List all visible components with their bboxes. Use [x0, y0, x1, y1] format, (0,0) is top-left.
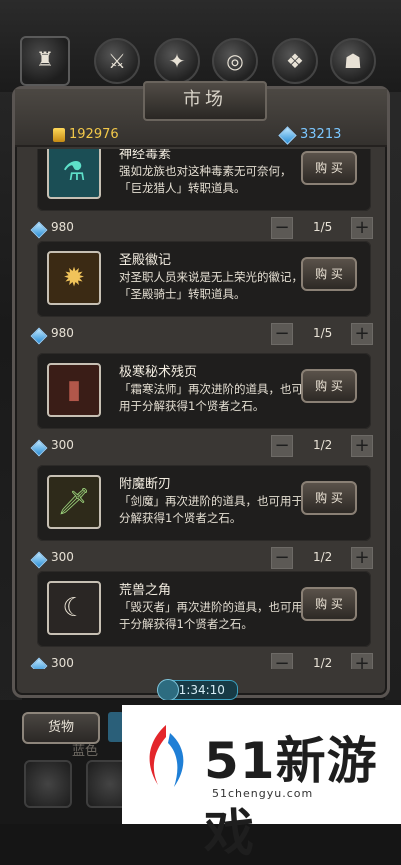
buy-button[interactable]: 购 买 [301, 587, 357, 621]
item-card: 🗡 附魔断刃 「剑魔」再次进阶的道具，也可用于分解获得1个贤者之石。 购 买 [37, 465, 371, 541]
gem-icon [30, 327, 48, 345]
decrease-button[interactable]: − [271, 435, 293, 457]
gem-icon [30, 657, 48, 669]
list-item: ☾ 荒兽之角 「毁灭者」再次进阶的道具，也可用于分解获得1个贤者之石。 购 买 … [29, 571, 375, 669]
gem-icon [30, 439, 48, 457]
dagger-icon: 🗡 [47, 475, 101, 529]
category-icon-5[interactable]: ☗ [330, 38, 376, 84]
list-item: ⚗ 神经毒素 强如龙族也对这种毒素无可奈何，「巨龙猎人」转职道具。 购 买 98… [29, 149, 375, 247]
increase-button[interactable]: + [351, 323, 373, 345]
refresh-timer: 01:34:10 [157, 679, 238, 701]
list-item: ▮ 极寒秘术残页 「霜寒法师」再次进阶的道具，也可用于分解获得1个贤者之石。 购… [29, 353, 375, 465]
item-price: 300 [51, 438, 74, 452]
timer-text: 01:34:10 [171, 683, 225, 697]
price-row: 300 − 1/2 + [29, 435, 375, 459]
gem-icon [30, 221, 48, 239]
gold-amount: 192976 [69, 127, 119, 142]
buy-button[interactable]: 购 买 [301, 369, 357, 403]
faded-label: 蓝色 [72, 744, 99, 759]
item-card: ✹ 圣殿徽记 对圣职人员来说是无上荣光的徽记，「圣殿骑士」转职道具。 购 买 [37, 241, 371, 317]
gem-amount: 33213 [300, 127, 342, 142]
gem-display: 33213 [278, 125, 342, 145]
watermark-url: 51chengyu.com [212, 787, 314, 800]
item-desc: 对圣职人员来说是无上荣光的徽记，「圣殿骑士」转职道具。 [119, 270, 303, 301]
item-desc: 「毁灭者」再次进阶的道具，也可用于分解获得1个贤者之石。 [119, 600, 303, 631]
price-row: 980 − 1/5 + [29, 217, 375, 241]
category-icon-3[interactable]: ◎ [212, 38, 258, 84]
gold-display: 192976 [53, 125, 119, 145]
market-title: 市场 [143, 81, 267, 121]
buy-button[interactable]: 购 买 [301, 257, 357, 291]
item-desc: 「霜寒法师」再次进阶的道具，也可用于分解获得1个贤者之石。 [119, 382, 303, 413]
price-row: 300 − 1/2 + [29, 653, 375, 669]
top-icon-strip: ♜ ⚔ ✦ ◎ ❖ ☗ [0, 0, 401, 92]
increase-button[interactable]: + [351, 653, 373, 669]
flask-icon: ⚗ [47, 149, 101, 199]
item-name: 极寒秘术残页 [119, 365, 198, 380]
book-icon: ▮ [47, 363, 101, 417]
increase-button[interactable]: + [351, 547, 373, 569]
category-icon-1[interactable]: ⚔ [94, 38, 140, 84]
item-name: 附魔断刃 [119, 477, 172, 492]
horn-icon: ☾ [47, 581, 101, 635]
decrease-button[interactable]: − [271, 217, 293, 239]
item-price: 980 [51, 220, 74, 234]
gold-icon [53, 128, 65, 142]
increase-button[interactable]: + [351, 217, 373, 239]
increase-button[interactable]: + [351, 435, 373, 457]
market-header: 市场 192976 33213 [15, 81, 387, 147]
warrior-portrait-icon[interactable]: ♜ [20, 36, 70, 86]
item-price: 980 [51, 326, 74, 340]
item-name: 神经毒素 [119, 149, 172, 162]
quantity: 1/2 [313, 438, 333, 452]
decrease-button[interactable]: − [271, 323, 293, 345]
clock-icon [157, 679, 179, 701]
decrease-button[interactable]: − [271, 653, 293, 669]
quantity: 1/2 [313, 550, 333, 564]
price-row: 980 − 1/5 + [29, 323, 375, 347]
price-row: 300 − 1/2 + [29, 547, 375, 571]
item-name: 圣殿徽记 [119, 253, 172, 268]
quantity: 1/2 [313, 656, 333, 669]
bottom-slot-1[interactable] [24, 760, 72, 808]
brand-logo-icon [149, 725, 184, 787]
watermark: 51新游戏 51chengyu.com [122, 705, 401, 862]
gem-icon [278, 125, 297, 145]
item-price: 300 [51, 656, 74, 669]
buy-button[interactable]: 购 买 [301, 151, 357, 185]
item-name: 荒兽之角 [119, 583, 172, 598]
market-panel: 市场 192976 33213 ⚗ 神经毒素 强如龙族也对这种毒素无可奈何，「巨… [12, 81, 390, 698]
list-item: 🗡 附魔断刃 「剑魔」再次进阶的道具，也可用于分解获得1个贤者之石。 购 买 3… [29, 465, 375, 577]
item-desc: 「剑魔」再次进阶的道具，也可用于分解获得1个贤者之石。 [119, 494, 303, 525]
item-price: 300 [51, 550, 74, 564]
gem-icon [30, 551, 48, 569]
buy-button[interactable]: 购 买 [301, 481, 357, 515]
item-card: ☾ 荒兽之角 「毁灭者」再次进阶的道具，也可用于分解获得1个贤者之石。 购 买 [37, 571, 371, 647]
list-item: ✹ 圣殿徽记 对圣职人员来说是无上荣光的徽记，「圣殿骑士」转职道具。 购 买 9… [29, 241, 375, 353]
decrease-button[interactable]: − [271, 547, 293, 569]
item-list[interactable]: ⚗ 神经毒素 强如龙族也对这种毒素无可奈何，「巨龙猎人」转职道具。 购 买 98… [29, 149, 375, 669]
item-card: ⚗ 神经毒素 强如龙族也对这种毒素无可奈何，「巨龙猎人」转职道具。 购 买 [37, 149, 371, 211]
item-card: ▮ 极寒秘术残页 「霜寒法师」再次进阶的道具，也可用于分解获得1个贤者之石。 购… [37, 353, 371, 429]
item-desc: 强如龙族也对这种毒素无可奈何，「巨龙猎人」转职道具。 [119, 164, 292, 195]
quantity: 1/5 [313, 220, 333, 234]
category-icon-4[interactable]: ❖ [272, 38, 318, 84]
emblem-icon: ✹ [47, 251, 101, 305]
quantity: 1/5 [313, 326, 333, 340]
category-icon-2[interactable]: ✦ [154, 38, 200, 84]
